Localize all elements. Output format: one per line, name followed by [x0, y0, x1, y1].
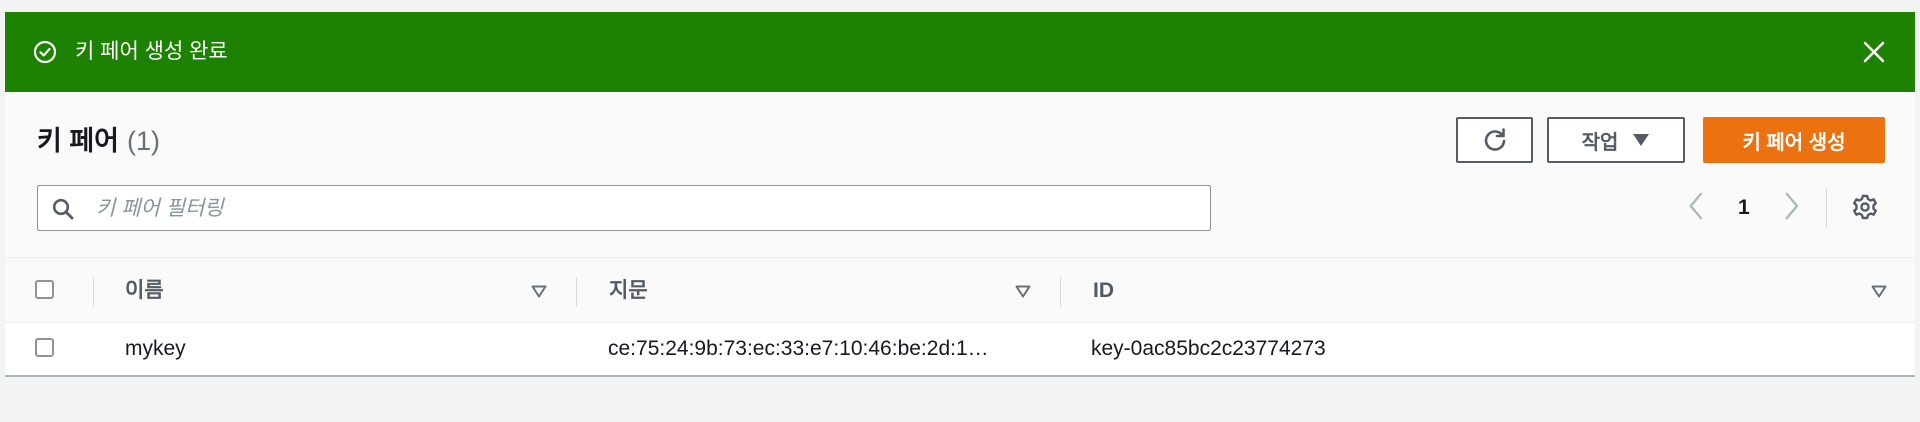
actions-dropdown-button[interactable]: 작업 [1547, 117, 1685, 163]
key-pair-id: key-0ac85bc2c23774273 [1091, 337, 1326, 360]
search-icon [52, 198, 74, 220]
key-pair-fingerprint: ce:75:24:9b:73:ec:33:e7:10:46:be:2d:1… [608, 337, 989, 360]
sort-icon[interactable] [531, 285, 547, 298]
key-pair-name: mykey [125, 337, 186, 360]
close-icon[interactable] [1861, 39, 1887, 65]
refresh-button[interactable] [1456, 117, 1533, 163]
filter-box [37, 185, 1211, 232]
actions-label: 작업 [1581, 131, 1619, 154]
page-title: 키 페어 (1) [37, 124, 160, 158]
refresh-icon [1484, 128, 1505, 151]
check-circle-icon [33, 40, 57, 64]
table-row[interactable]: mykey ce:75:24:9b:73:ec:33:e7:10:46:be:2… [5, 323, 1915, 377]
sort-icon[interactable] [1871, 285, 1887, 298]
caret-down-icon [1633, 134, 1650, 146]
page-footer-area [5, 377, 1915, 422]
sort-icon[interactable] [1015, 285, 1031, 298]
select-all-checkbox[interactable] [35, 280, 54, 299]
page-title-text: 키 페어 [37, 126, 120, 156]
current-page-number[interactable]: 1 [1738, 194, 1750, 222]
flash-message: 키 페어 생성 완료 [75, 40, 228, 63]
column-divider [1060, 277, 1061, 307]
item-count: (1) [127, 126, 161, 156]
success-flash-banner: 키 페어 생성 완료 [5, 12, 1915, 92]
chevron-left-icon[interactable] [1686, 190, 1707, 222]
pager-divider [1826, 188, 1827, 228]
column-divider [93, 277, 94, 307]
column-header-id[interactable]: ID [1093, 278, 1114, 304]
column-header-fingerprint[interactable]: 지문 [609, 278, 648, 304]
column-divider [576, 277, 577, 307]
filter-input[interactable] [94, 186, 1198, 232]
table-header: 이름 지문 ID [5, 257, 1915, 323]
create-key-pair-button[interactable]: 키 페어 생성 [1703, 117, 1885, 163]
column-header-name[interactable]: 이름 [125, 278, 164, 304]
row-checkbox[interactable] [35, 338, 54, 357]
key-pairs-panel: 키 페어(1) 작업 키 페어 생성 1 [5, 92, 1915, 377]
gear-icon[interactable] [1851, 193, 1879, 221]
chevron-right-icon[interactable] [1781, 190, 1802, 222]
